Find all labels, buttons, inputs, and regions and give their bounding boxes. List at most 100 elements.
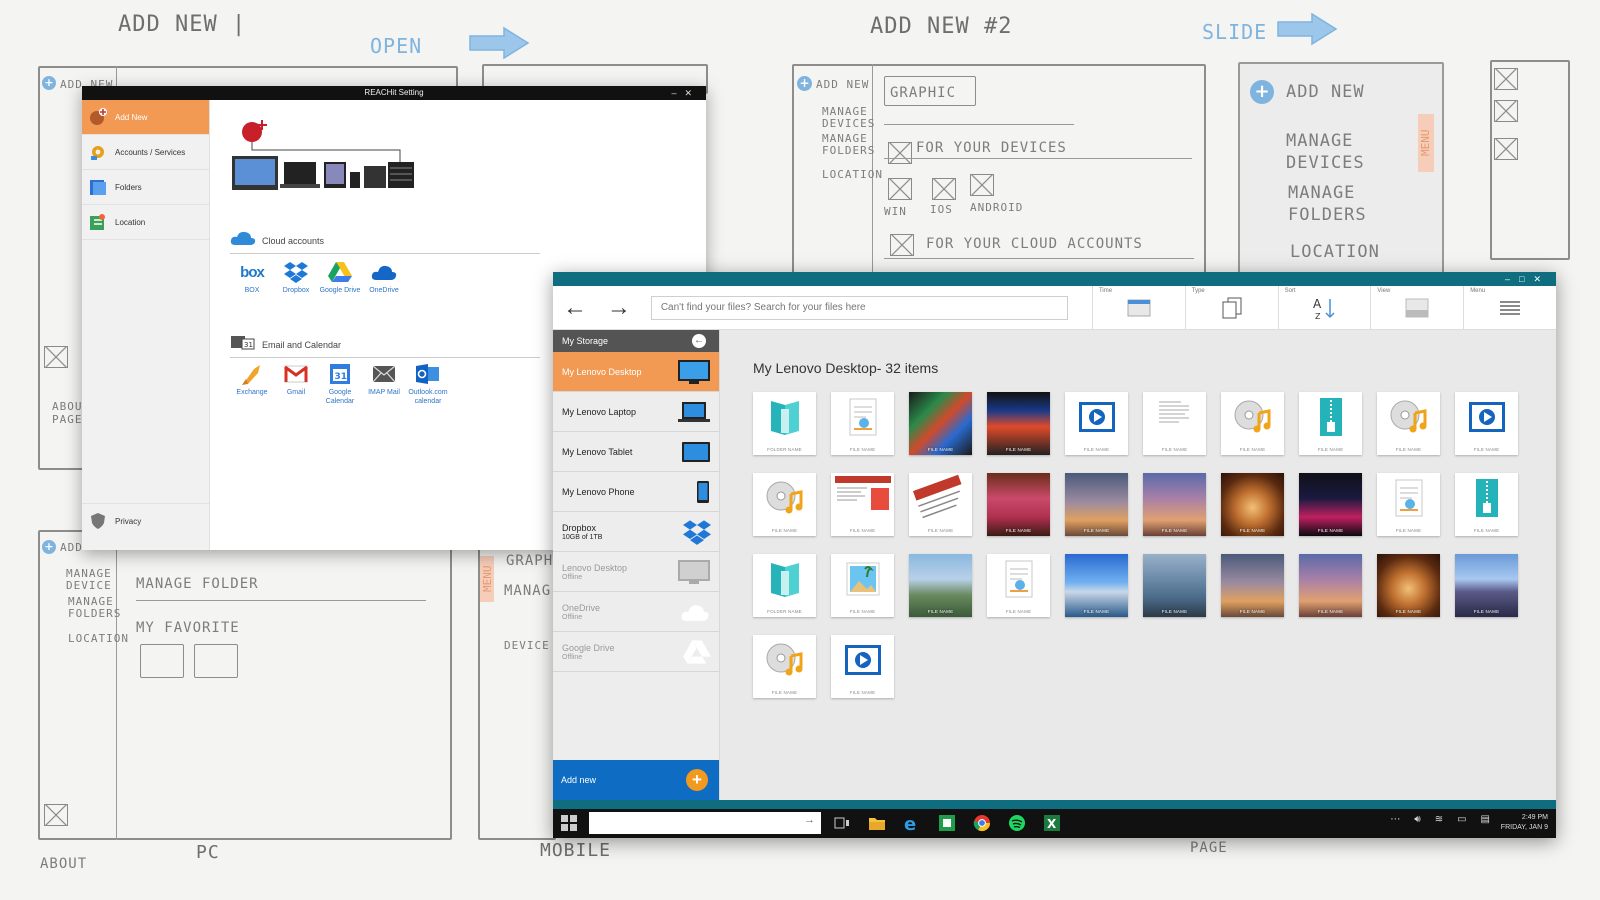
file-tile[interactable]: FILE NAME: [987, 473, 1050, 536]
sidebar-item-label: Privacy: [115, 516, 142, 526]
menu-button[interactable]: Menu: [1463, 285, 1556, 330]
file-tile[interactable]: FILE NAME: [1143, 473, 1206, 536]
email-calendar-heading: 31 Email and Calendar: [230, 334, 540, 358]
file-tile[interactable]: FILE NAME: [1455, 554, 1518, 617]
service-imap[interactable]: IMAP Mail: [362, 362, 406, 406]
device-my-lenovo-laptop[interactable]: My Lenovo Laptop: [553, 392, 719, 432]
storage-sidebar: My Storage ← My Lenovo Desktop My Lenovo…: [553, 330, 720, 800]
device-my-lenovo-tablet[interactable]: My Lenovo Tablet: [553, 432, 719, 472]
file-tile[interactable]: FOLDER NAME: [753, 554, 816, 617]
view-button[interactable]: View: [1370, 285, 1463, 330]
device-onedrive-offline[interactable]: OneDrive Offline: [553, 592, 719, 632]
file-tile[interactable]: FILE NAME: [1221, 554, 1284, 617]
task-view-icon[interactable]: [833, 814, 851, 832]
volume-icon[interactable]: 🔊︎: [1414, 814, 1420, 825]
file-tile[interactable]: FILE NAME: [831, 635, 894, 698]
file-tile[interactable]: FILE NAME: [1221, 473, 1284, 536]
storage-back-icon[interactable]: ←: [692, 334, 706, 348]
type-filter-button[interactable]: Type: [1184, 285, 1278, 330]
service-onedrive[interactable]: OneDrive: [362, 260, 406, 295]
battery-icon[interactable]: ▭: [1457, 814, 1466, 825]
sidebar-item-label: Accounts / Services: [115, 147, 186, 157]
file-tile[interactable]: FILE NAME: [1065, 392, 1128, 455]
service-google-calendar[interactable]: 31 Google Calendar: [318, 362, 362, 406]
desktop-monitor-icon: [678, 559, 710, 584]
service-dropbox[interactable]: Dropbox: [274, 260, 318, 295]
clock-time: 2:49 PM: [1521, 814, 1548, 821]
device-my-lenovo-phone[interactable]: My Lenovo Phone: [553, 472, 719, 512]
sketch-text: MANAGE FOLDERS: [1288, 183, 1367, 225]
device-my-lenovo-desktop[interactable]: My Lenovo Desktop: [553, 352, 719, 392]
device-text: Lenovo Desktop Offline: [562, 563, 627, 581]
file-tile[interactable]: FILE NAME: [1065, 554, 1128, 617]
music-thumbnail: [1221, 392, 1284, 442]
file-tile[interactable]: FILE NAME: [987, 554, 1050, 617]
dropbox-icon: [683, 519, 711, 545]
file-tile[interactable]: FILE NAME: [1377, 392, 1440, 455]
store-icon[interactable]: [938, 814, 956, 832]
file-tile[interactable]: FILE NAME: [1377, 473, 1440, 536]
time-filter-button[interactable]: Time: [1091, 285, 1185, 330]
sketch-page-label: PAGE: [1190, 840, 1228, 856]
windows-start-icon[interactable]: [561, 815, 577, 831]
wifi-icon[interactable]: ≋: [1435, 814, 1443, 825]
device-google-drive-offline[interactable]: Google Drive Offline: [553, 632, 719, 672]
file-tile[interactable]: FILE NAME: [831, 392, 894, 455]
service-outlook[interactable]: Outlook.com calendar: [406, 362, 450, 406]
file-search-input[interactable]: [650, 295, 1068, 320]
service-gmail[interactable]: Gmail: [274, 362, 318, 406]
chrome-icon[interactable]: [973, 814, 991, 832]
file-tile[interactable]: FILE NAME: [753, 473, 816, 536]
spotify-icon[interactable]: [1008, 814, 1026, 832]
file-tile[interactable]: FILE NAME: [909, 392, 972, 455]
file-tile[interactable]: FILE NAME: [909, 473, 972, 536]
file-tile[interactable]: FILE NAME: [753, 635, 816, 698]
notifications-icon[interactable]: ▤: [1481, 814, 1490, 825]
file-tile[interactable]: FILE NAME: [1299, 473, 1362, 536]
back-button[interactable]: ←: [553, 286, 597, 330]
file-tile-label: FOLDER NAME: [767, 447, 802, 452]
sidebar-item-privacy[interactable]: Privacy: [82, 503, 209, 538]
file-tile[interactable]: FILE NAME: [1221, 392, 1284, 455]
file-tile[interactable]: FILE NAME: [987, 392, 1050, 455]
file-tile[interactable]: FILE NAME: [1299, 392, 1362, 455]
sketch-title-right: ADD NEW #2: [870, 14, 1013, 39]
tray-overflow-icon[interactable]: ⋯: [1390, 814, 1400, 825]
file-tile[interactable]: FILE NAME: [1377, 554, 1440, 617]
sort-button[interactable]: Sort AZ: [1277, 285, 1371, 330]
service-label: Gmail: [286, 389, 306, 396]
window-controls[interactable]: –□✕: [1505, 272, 1550, 286]
file-tile[interactable]: FILE NAME: [1143, 554, 1206, 617]
service-google-drive[interactable]: Google Drive: [318, 260, 362, 295]
forward-button[interactable]: →: [597, 286, 641, 330]
sidebar-item-add-new[interactable]: Add New: [82, 100, 209, 135]
file-tile[interactable]: FILE NAME: [1143, 392, 1206, 455]
file-tile[interactable]: FILE NAME: [909, 554, 972, 617]
device-sub: Offline: [562, 613, 583, 621]
file-tile[interactable]: FILE NAME: [831, 473, 894, 536]
device-dropbox[interactable]: Dropbox 10GB of 1TB: [553, 512, 719, 552]
file-tile[interactable]: FOLDER NAME: [753, 392, 816, 455]
taskbar-search-box[interactable]: →: [589, 812, 821, 834]
file-tile[interactable]: FILE NAME: [1065, 473, 1128, 536]
file-tile[interactable]: FILE NAME: [1455, 473, 1518, 536]
window-controls[interactable]: –✕: [671, 86, 700, 100]
file-tile[interactable]: FILE NAME: [831, 554, 894, 617]
taskbar-clock[interactable]: 2:49 PM FRIDAY, JAN 9: [1501, 813, 1548, 833]
folder-icon: [770, 563, 799, 597]
internet-explorer-icon[interactable]: e: [903, 814, 921, 832]
sidebar-item-location[interactable]: Location: [82, 205, 209, 240]
sidebar-item-accounts[interactable]: Accounts / Services: [82, 135, 209, 170]
file-tile[interactable]: FILE NAME: [1299, 554, 1362, 617]
service-exchange[interactable]: Exchange: [230, 362, 274, 406]
device-lenovo-desktop-offline[interactable]: Lenovo Desktop Offline: [553, 552, 719, 592]
file-tile[interactable]: FILE NAME: [1455, 392, 1518, 455]
service-box[interactable]: box BOX: [230, 260, 274, 295]
video-icon: [1078, 402, 1115, 432]
file-explorer-icon[interactable]: [868, 814, 886, 832]
sketch-text: FOR YOUR DEVICES: [916, 140, 1067, 156]
file-tile-label: FILE NAME: [771, 690, 798, 695]
sidebar-item-folders[interactable]: Folders: [82, 170, 209, 205]
excel-icon[interactable]: X: [1043, 814, 1061, 832]
add-new-button[interactable]: Add new +: [553, 760, 719, 800]
